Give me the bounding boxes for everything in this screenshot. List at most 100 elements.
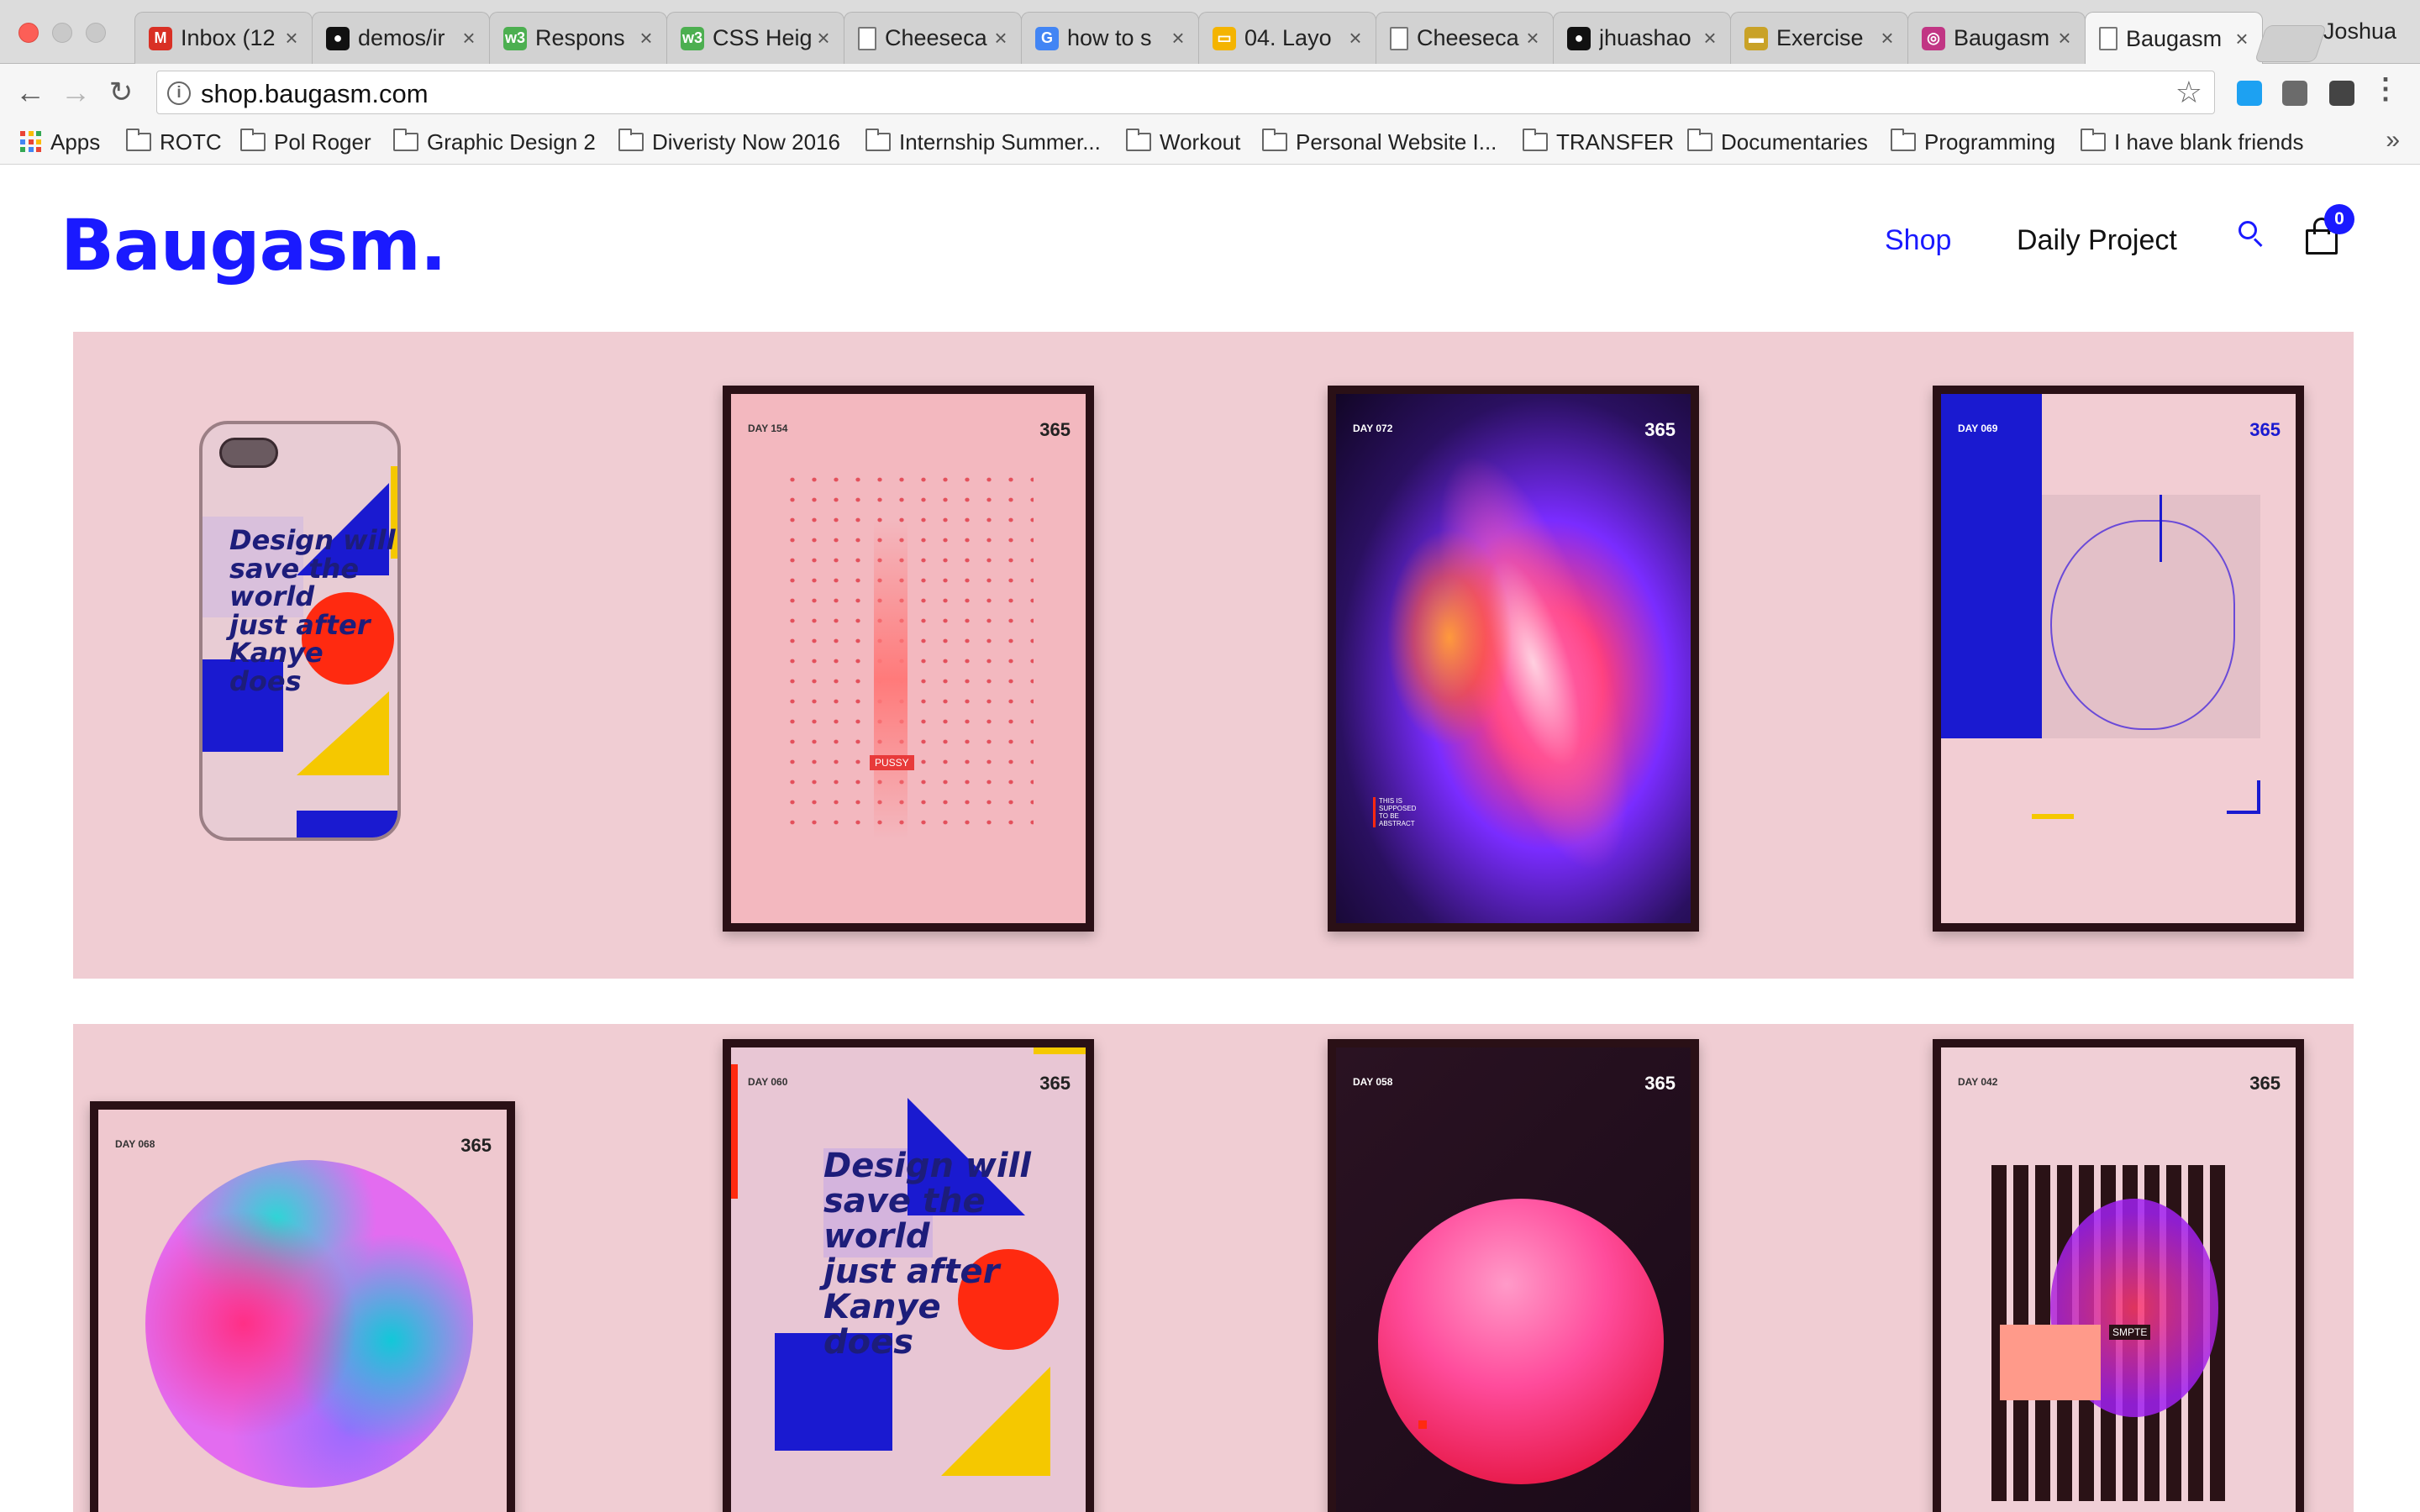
close-tab-icon[interactable]: × xyxy=(2232,26,2252,52)
close-tab-icon[interactable]: × xyxy=(459,25,479,51)
browser-tab[interactable]: w3 Respons × xyxy=(489,12,667,64)
browser-tab[interactable]: Ghow to s × xyxy=(1021,12,1199,64)
product-poster-day-060[interactable]: Design will save the world just after Ka… xyxy=(723,1039,1094,1512)
tab-title: Baugasm xyxy=(2126,25,2223,51)
product-poster-day-068[interactable]: DAY 068 365 xyxy=(90,1101,515,1512)
browser-tab[interactable]: ▬ Exercise × xyxy=(1730,12,1908,64)
browser-tab[interactable]: Baugasm × xyxy=(2085,12,2263,65)
bookmark-folder[interactable]: Pol Roger xyxy=(240,126,371,158)
tab-title: how to s xyxy=(1067,25,1152,50)
bookmark-folder[interactable]: Documentaries xyxy=(1687,126,1868,158)
bookmarks-bar: Apps ROTC Pol Roger Graphic Design 2 Diveris… xyxy=(0,121,2420,165)
extension-bulb-icon[interactable] xyxy=(2282,81,2307,106)
close-tab-icon[interactable]: × xyxy=(813,25,834,51)
text-line: save the xyxy=(823,1182,986,1221)
text-line: Design will xyxy=(229,524,396,556)
product-row: DAY 068 365 Design will save the world j… xyxy=(73,1024,2354,1512)
tab-title: Baugasm xyxy=(1954,25,2050,50)
product-poster-day-154[interactable]: DAY 154 365 PUSSY xyxy=(723,386,1094,932)
bookmark-folder[interactable]: TRANSFER xyxy=(1523,126,1674,158)
browser-tab[interactable]: w3 CSS Heig × xyxy=(666,12,844,64)
product-poster-day-069[interactable]: DAY 069 365 xyxy=(1933,386,2304,932)
text-line: just after xyxy=(823,1252,1000,1291)
poster-brand-label: 365 xyxy=(2249,419,2281,440)
phone-case-text: Design will save the world just after Ka… xyxy=(229,524,396,696)
close-tab-icon[interactable]: × xyxy=(636,25,656,51)
poster-day-label: DAY 060 xyxy=(748,1076,788,1088)
bookmark-star-icon[interactable]: ☆ xyxy=(2175,75,2202,110)
bookmark-label: ROTC xyxy=(160,129,222,155)
text-line: just after xyxy=(229,608,371,641)
bookmark-folder[interactable]: Internship Summer... xyxy=(865,126,1101,158)
minimize-window-button[interactable] xyxy=(52,23,72,43)
poster-brand-label: 365 xyxy=(1644,1073,1676,1094)
browser-tab[interactable]: ▭ 04. Layo × xyxy=(1198,12,1376,64)
info-icon[interactable]: i xyxy=(167,81,191,105)
tab-title: jhuashao xyxy=(1599,25,1691,50)
bookmark-apps[interactable]: Apps xyxy=(20,126,100,158)
bookmark-folder[interactable]: ROTC xyxy=(126,126,222,158)
address-bar[interactable]: i shop.baugasm.com ☆ xyxy=(156,71,2215,114)
nav-daily-project-link[interactable]: Daily Project xyxy=(2017,224,2177,257)
poster-brand-label: 365 xyxy=(460,1135,492,1156)
folder-icon xyxy=(2081,129,2106,151)
gradient-circle xyxy=(145,1160,473,1488)
tab-title: Cheeseca xyxy=(885,25,987,50)
bookmark-folder[interactable]: Graphic Design 2 xyxy=(393,126,596,158)
poster-brand-label: 365 xyxy=(1039,419,1071,440)
poster-day-label: DAY 068 xyxy=(115,1138,155,1150)
browser-tab[interactable]: Cheeseca × xyxy=(844,12,1022,64)
fullscreen-window-button[interactable] xyxy=(86,23,106,43)
bookmark-folder[interactable]: Workout xyxy=(1126,126,1240,158)
back-arrow-icon[interactable]: ← xyxy=(12,74,49,111)
poster-tag-label: PUSSY xyxy=(870,755,914,770)
browser-tab[interactable]: ● demos/ir × xyxy=(312,12,490,64)
folder-icon xyxy=(1126,129,1151,151)
search-icon[interactable] xyxy=(2238,221,2267,249)
extension-check-icon[interactable] xyxy=(2237,81,2262,106)
close-tab-icon[interactable]: × xyxy=(1523,25,1543,51)
url-text[interactable]: shop.baugasm.com xyxy=(201,79,429,109)
page-icon xyxy=(2099,27,2118,50)
browser-menu-icon[interactable]: ⋮ xyxy=(2371,72,2400,106)
close-tab-icon[interactable]: × xyxy=(2054,25,2075,51)
folder-icon xyxy=(618,129,644,151)
close-tab-icon[interactable]: × xyxy=(991,25,1011,51)
more-bookmarks-icon[interactable]: » xyxy=(2386,126,2400,155)
bookmark-folder[interactable]: I have blank friends xyxy=(2081,126,2303,158)
browser-tab[interactable]: ◎ Baugasm × xyxy=(1907,12,2086,64)
close-tab-icon[interactable]: × xyxy=(1700,25,1720,51)
product-poster-day-058[interactable]: DAY 058 365 xyxy=(1328,1039,1699,1512)
w3-icon: w3 xyxy=(503,26,527,50)
bookmark-folder[interactable]: Programming xyxy=(1891,126,2055,158)
bookmark-label: Internship Summer... xyxy=(899,129,1101,155)
profile-name[interactable]: Joshua xyxy=(2323,18,2396,45)
extension-window-icon[interactable] xyxy=(2329,81,2354,106)
product-phone-case[interactable]: Design will save the world just after Ka… xyxy=(199,421,401,841)
product-poster-day-072[interactable]: DAY 072 365 THIS IS SUPPOSED TO BE ABSTR… xyxy=(1328,386,1699,932)
close-tab-icon[interactable]: × xyxy=(1345,25,1365,51)
tab-title: demos/ir xyxy=(358,25,445,50)
bookmark-label: I have blank friends xyxy=(2114,129,2304,155)
browser-tab[interactable]: Cheeseca × xyxy=(1376,12,1554,64)
forward-arrow-icon[interactable]: → xyxy=(57,74,94,111)
browser-tab[interactable]: ● jhuashao × xyxy=(1553,12,1731,64)
bookmark-folder[interactable]: Personal Website I... xyxy=(1262,126,1497,158)
close-window-button[interactable] xyxy=(18,23,39,43)
reload-icon[interactable]: ↻ xyxy=(103,74,139,111)
close-tab-icon[interactable]: × xyxy=(281,25,302,51)
nav-shop-link[interactable]: Shop xyxy=(1885,224,1951,257)
bookmark-label: Workout xyxy=(1160,129,1241,155)
browser-toolbar: ← → ↻ i shop.baugasm.com ☆ ⋮ xyxy=(0,64,2420,121)
close-tab-icon[interactable]: × xyxy=(1877,25,1897,51)
tab-title: Inbox (12 xyxy=(181,25,276,50)
browser-tab[interactable]: M Inbox (12 × xyxy=(134,12,313,64)
product-poster-day-042[interactable]: SMPTE DAY 042 365 xyxy=(1933,1039,2304,1512)
camera-cutout xyxy=(219,438,278,468)
site-logo[interactable]: Baugasm. xyxy=(60,204,447,286)
new-tab-button[interactable] xyxy=(2254,25,2328,62)
folder-icon xyxy=(1523,129,1548,151)
text-line: does xyxy=(823,1323,914,1362)
close-tab-icon[interactable]: × xyxy=(1168,25,1188,51)
bookmark-folder[interactable]: Diveristy Now 2016 xyxy=(618,126,840,158)
